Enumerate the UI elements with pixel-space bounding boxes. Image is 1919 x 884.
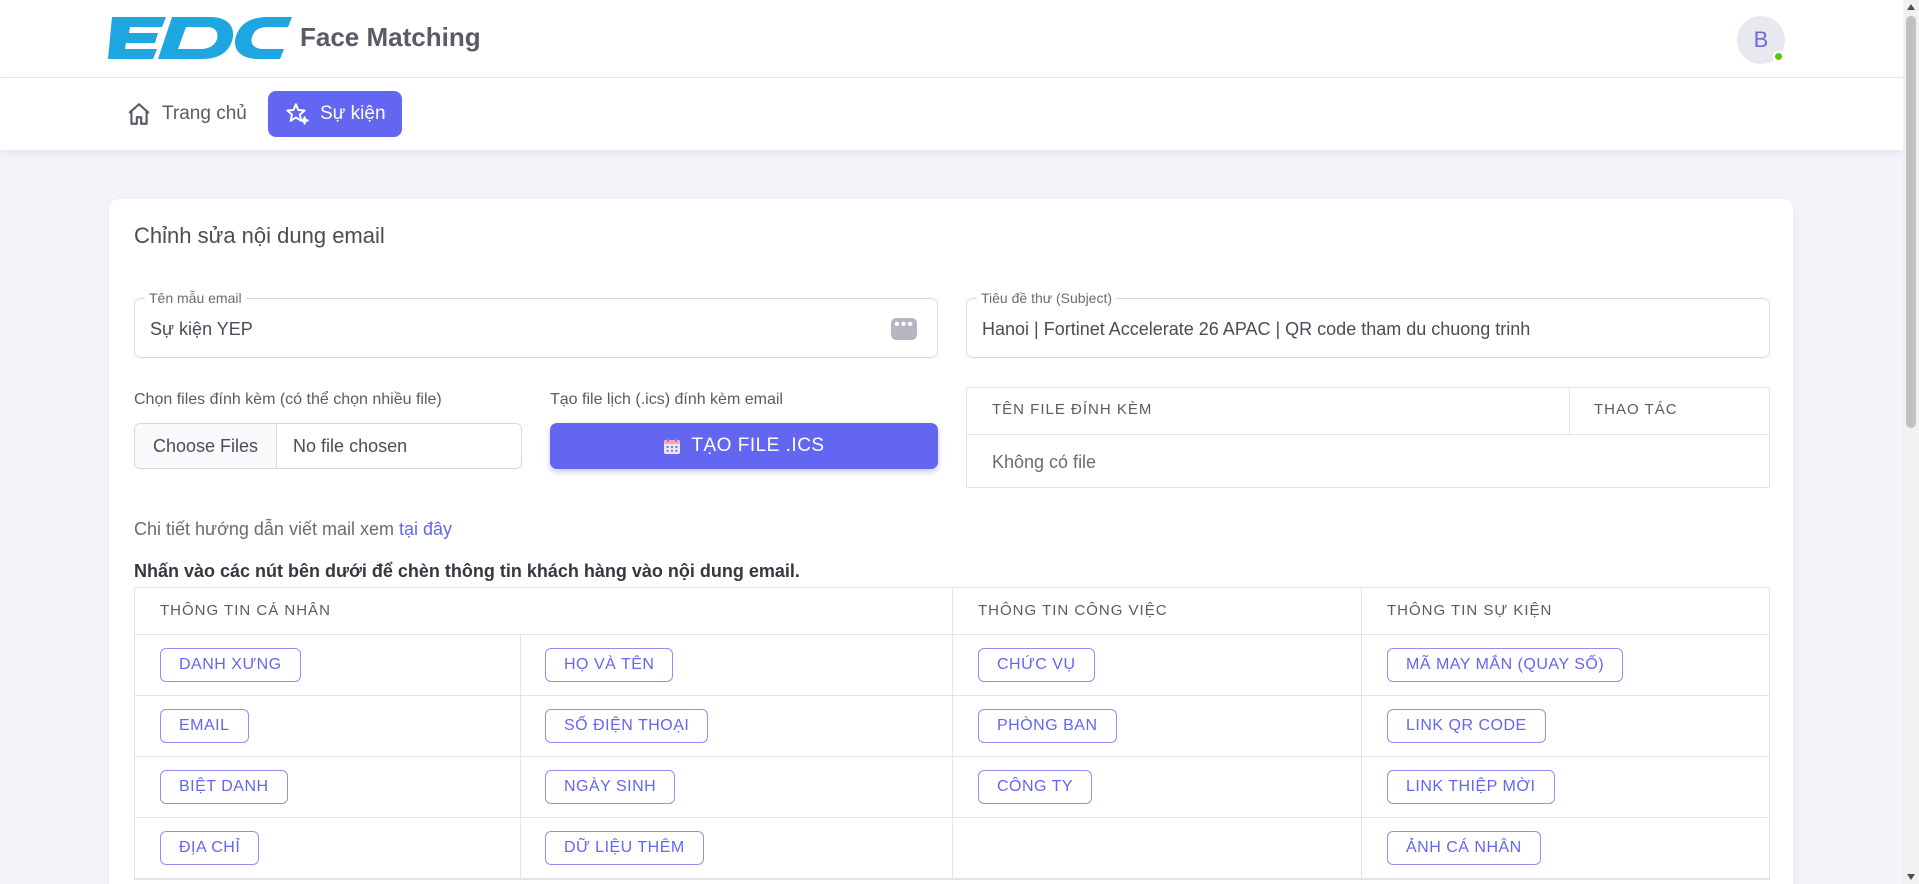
guide-link[interactable]: tại đây — [399, 519, 452, 539]
attachments-label: Chọn files đính kèm (có thể chọn nhiều f… — [134, 391, 442, 408]
column-divider — [520, 696, 521, 757]
more-dots-icon[interactable]: ••• — [891, 317, 917, 340]
table-row: EMAIL SỐ ĐIỆN THOẠI PHÒNG BAN LINK QR CO… — [135, 696, 1769, 757]
tag-full-name-button[interactable]: HỌ VÀ TÊN — [545, 648, 674, 682]
create-ics-button[interactable]: TẠO FILE .ICS — [550, 423, 938, 469]
tag-nickname-button[interactable]: BIỆT DANH — [160, 770, 288, 804]
tag-company-button[interactable]: CÔNG TY — [978, 770, 1093, 804]
subject-label: Tiêu đề thư (Subject) — [977, 290, 1117, 306]
tag-extra-data-button[interactable]: DỮ LIỆU THÊM — [545, 831, 704, 865]
column-divider — [952, 635, 953, 696]
sparkle-star-icon — [286, 103, 309, 125]
tag-email-button[interactable]: EMAIL — [160, 709, 249, 743]
tag-invitation-link-button[interactable]: LINK THIỆP MỜI — [1387, 770, 1555, 804]
tag-position-button[interactable]: CHỨC VỤ — [978, 648, 1095, 682]
calendar-icon — [664, 438, 681, 454]
email-editor-card: Chỉnh sửa nội dung email Tên mẫu email S… — [109, 199, 1793, 884]
insert-note: Nhấn vào các nút bên dưới để chèn thông … — [134, 561, 800, 581]
template-name-field[interactable]: Tên mẫu email Sự kiện YEP ••• — [134, 290, 938, 358]
table-row: DANH XƯNG HỌ VÀ TÊN CHỨC VỤ MÃ MAY MẮN (… — [135, 635, 1769, 696]
home-icon — [128, 103, 150, 125]
tags-table-header: THÔNG TIN CÁ NHÂN THÔNG TIN CÔNG VIỆC TH… — [135, 588, 1769, 635]
column-divider — [520, 757, 521, 818]
table-row: BIỆT DANH NGÀY SINH CÔNG TY LINK THIỆP M… — [135, 757, 1769, 818]
column-divider — [1569, 388, 1570, 435]
tag-qr-link-button[interactable]: LINK QR CODE — [1387, 709, 1546, 743]
card-title: Chỉnh sửa nội dung email — [134, 223, 385, 248]
nav-events-label: Sự kiện — [320, 103, 386, 124]
attachments-table: TÊN FILE ĐÍNH KÈM THAO TÁC Không có file — [966, 387, 1770, 488]
attachments-table-header: TÊN FILE ĐÍNH KÈM THAO TÁC — [967, 388, 1769, 435]
col-actions: THAO TÁC — [1594, 401, 1678, 418]
create-ics-label: TẠO FILE .ICS — [691, 435, 825, 456]
tag-phone-button[interactable]: SỐ ĐIỆN THOẠI — [545, 709, 709, 743]
guide-text-body: Chi tiết hướng dẫn viết mail xem — [134, 519, 394, 539]
file-input[interactable]: Choose Files No file chosen — [134, 423, 522, 469]
column-divider — [1361, 635, 1362, 696]
choose-files-button[interactable]: Choose Files — [135, 424, 278, 468]
page-scrollbar[interactable] — [1903, 0, 1919, 884]
guide-text: Chi tiết hướng dẫn viết mail xem tại đây — [134, 519, 452, 540]
tag-birthday-button[interactable]: NGÀY SINH — [545, 770, 676, 804]
table-row: ĐỊA CHỈ DỮ LIỆU THÊM ẢNH CÁ NHÂN — [135, 818, 1769, 879]
tag-salutation-button[interactable]: DANH XƯNG — [160, 648, 301, 682]
placeholder-tags-table: THÔNG TIN CÁ NHÂN THÔNG TIN CÔNG VIỆC TH… — [134, 587, 1770, 880]
edc-logo-mark — [108, 17, 292, 59]
edc-logo[interactable] — [108, 14, 292, 62]
column-divider — [520, 818, 521, 879]
column-divider — [1361, 757, 1362, 818]
column-divider — [520, 635, 521, 696]
template-name-value[interactable]: Sự kiện YEP — [150, 319, 253, 340]
scroll-down-arrow-icon[interactable] — [1907, 874, 1915, 880]
column-divider — [1361, 818, 1362, 879]
column-divider — [952, 818, 953, 879]
header-work: THÔNG TIN CÔNG VIỆC — [978, 602, 1168, 619]
nav-events[interactable]: Sự kiện — [268, 91, 402, 137]
tag-personal-photo-button[interactable]: ẢNH CÁ NHÂN — [1387, 831, 1541, 865]
subject-value[interactable]: Hanoi | Fortinet Accelerate 26 APAC | QR… — [982, 319, 1530, 340]
attachments-empty: Không có file — [992, 452, 1097, 472]
col-filename: TÊN FILE ĐÍNH KÈM — [992, 401, 1153, 418]
top-header: Face Matching B — [0, 0, 1903, 78]
online-status-dot — [1773, 51, 1784, 62]
header-personal: THÔNG TIN CÁ NHÂN — [160, 602, 331, 619]
app-title: Face Matching — [300, 22, 481, 52]
column-divider — [1361, 696, 1362, 757]
column-divider — [1361, 588, 1362, 635]
ics-label: Tạo file lịch (.ics) đính kèm email — [550, 391, 783, 408]
tag-address-button[interactable]: ĐỊA CHỈ — [160, 831, 260, 865]
scroll-thumb[interactable] — [1906, 16, 1916, 428]
column-divider — [952, 757, 953, 818]
nav-home-label: Trang chủ — [162, 103, 247, 124]
nav-home[interactable]: Trang chủ — [110, 91, 263, 137]
main-nav: Trang chủ Sự kiện — [0, 78, 1903, 150]
header-event: THÔNG TIN SỰ KIỆN — [1387, 602, 1553, 619]
column-divider — [952, 696, 953, 757]
tag-lucky-code-button[interactable]: MÃ MAY MẮN (QUAY SỐ) — [1387, 648, 1624, 682]
user-avatar[interactable]: B — [1737, 16, 1785, 64]
scroll-up-arrow-icon[interactable] — [1907, 4, 1915, 10]
template-name-label: Tên mẫu email — [145, 290, 246, 306]
column-divider — [952, 588, 953, 635]
file-status: No file chosen — [293, 435, 408, 456]
avatar-initial: B — [1753, 27, 1769, 52]
subject-field[interactable]: Tiêu đề thư (Subject) Hanoi | Fortinet A… — [966, 290, 1770, 358]
tag-department-button[interactable]: PHÒNG BAN — [978, 709, 1117, 743]
